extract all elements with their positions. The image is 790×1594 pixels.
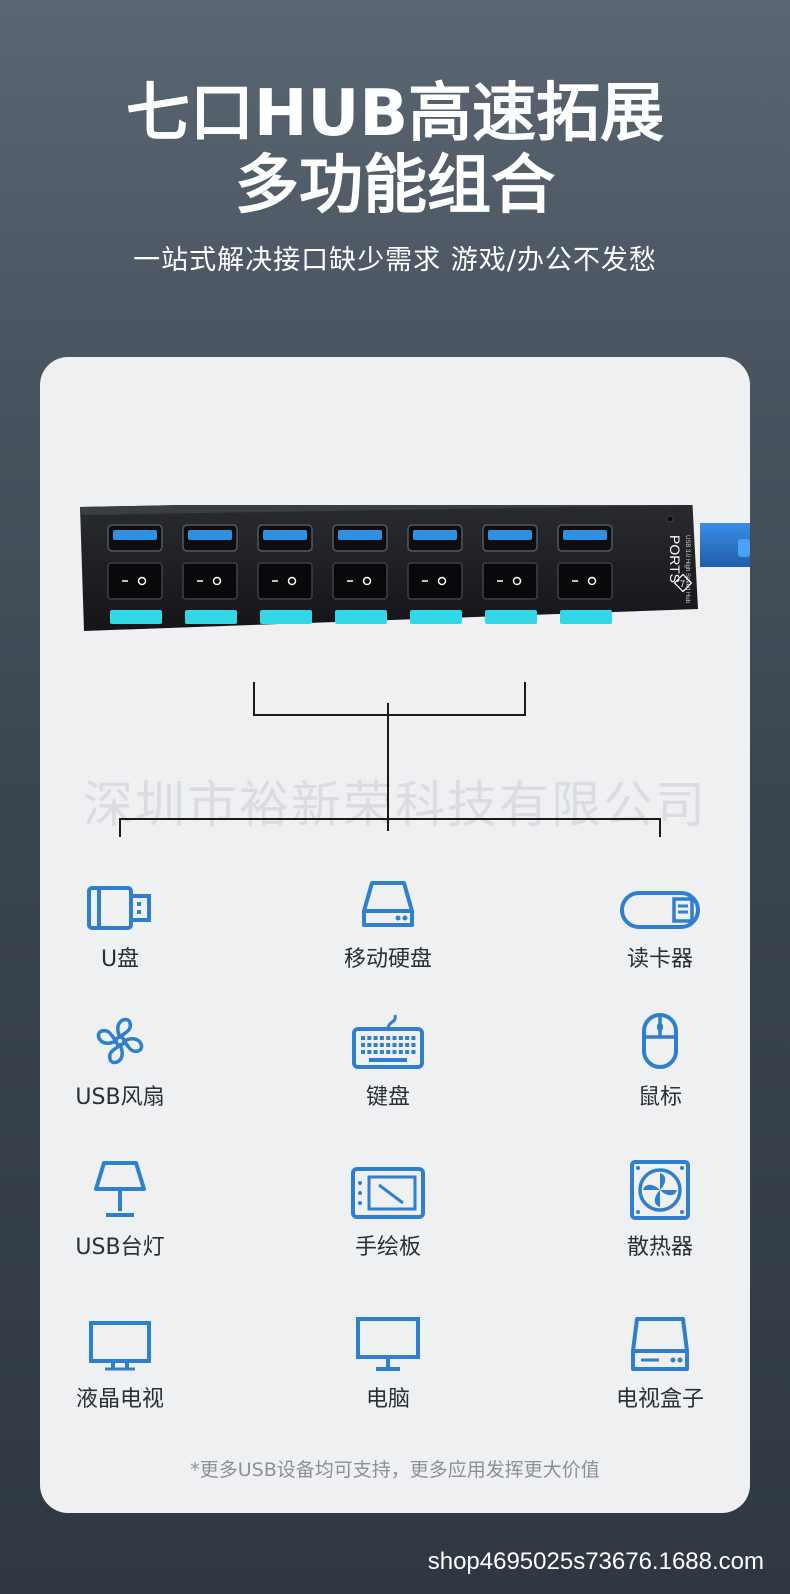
device-item-desk-lamp: USB台灯 [40, 1157, 220, 1261]
shop-url: shop4695025s73676.1688.com [427, 1548, 764, 1575]
device-item-tv-box: 电视盒子 [560, 1309, 750, 1413]
keyboard-icon [288, 1007, 488, 1071]
mouse-icon [560, 1007, 750, 1071]
page-subtitle: 一站式解决接口缺少需求 游戏/办公不发愁 [133, 245, 657, 276]
device-label: 读卡器 [626, 947, 693, 972]
port-led [110, 610, 162, 624]
card-reader-icon [560, 869, 750, 933]
device-label: 手绘板 [354, 1235, 421, 1260]
device-item-usb-drive: U盘 [40, 869, 220, 973]
port-led [410, 610, 462, 624]
usb-drive-icon [40, 869, 220, 933]
device-item-computer-monitor: 电脑 [288, 1309, 488, 1413]
port-switch [482, 562, 538, 600]
external-hdd-icon [288, 869, 488, 933]
port-switch [107, 562, 163, 600]
cooler-icon [560, 1157, 750, 1221]
device-item-drawing-tablet: 手绘板 [288, 1157, 488, 1261]
fan-icon [40, 1007, 220, 1071]
device-label: 移动硬盘 [343, 947, 432, 972]
device-item-cooler: 散热器 [560, 1157, 750, 1261]
lcd-tv-icon [40, 1309, 220, 1373]
device-label: 液晶电视 [75, 1387, 164, 1412]
content-card: PORTS USB 3.0 High Speed Hub 7 深圳市裕新荣科技有… [40, 357, 750, 1513]
device-item-mouse: 鼠标 [560, 1007, 750, 1111]
desk-lamp-icon [40, 1157, 220, 1221]
port-led [560, 610, 612, 624]
port-led [485, 610, 537, 624]
device-label: 散热器 [626, 1235, 693, 1260]
port-count-badge: 7 [680, 579, 685, 589]
usb-hub-image: PORTS USB 3.0 High Speed Hub 7 [80, 505, 750, 631]
port-switch [407, 562, 463, 600]
device-item-fan: USB风扇 [40, 1007, 220, 1111]
port-switch [257, 562, 313, 600]
device-label: 电脑 [365, 1387, 410, 1412]
computer-monitor-icon [288, 1309, 488, 1373]
device-label: USB台灯 [75, 1235, 165, 1260]
support-note: *更多USB设备均可支持，更多应用发挥更大价值 [190, 1459, 600, 1481]
device-label: 鼠标 [637, 1085, 682, 1110]
device-label: U盘 [100, 947, 140, 972]
device-item-card-reader: 读卡器 [560, 869, 750, 973]
port-led [335, 610, 387, 624]
page-title: 七口HUB高速拓展 [125, 77, 665, 151]
device-label: USB风扇 [75, 1085, 165, 1110]
port-switch [557, 562, 613, 600]
port-switch [332, 562, 388, 600]
ports-label: PORTS [667, 535, 683, 583]
device-label: 电视盒子 [615, 1387, 704, 1412]
port-led [260, 610, 312, 624]
power-led [666, 515, 674, 523]
device-item-lcd-tv: 液晶电视 [40, 1309, 220, 1413]
device-item-external-hdd: 移动硬盘 [288, 869, 488, 973]
connector-lines [119, 682, 661, 837]
port-switch [182, 562, 238, 600]
device-item-keyboard: 键盘 [288, 1007, 488, 1111]
device-label: 键盘 [365, 1085, 410, 1110]
port-led [185, 610, 237, 624]
tv-box-icon [560, 1309, 750, 1373]
hub-spec-label: USB 3.0 High Speed Hub [684, 535, 690, 604]
page-title-line2: 多功能组合 [235, 149, 555, 223]
drawing-tablet-icon [288, 1157, 488, 1221]
